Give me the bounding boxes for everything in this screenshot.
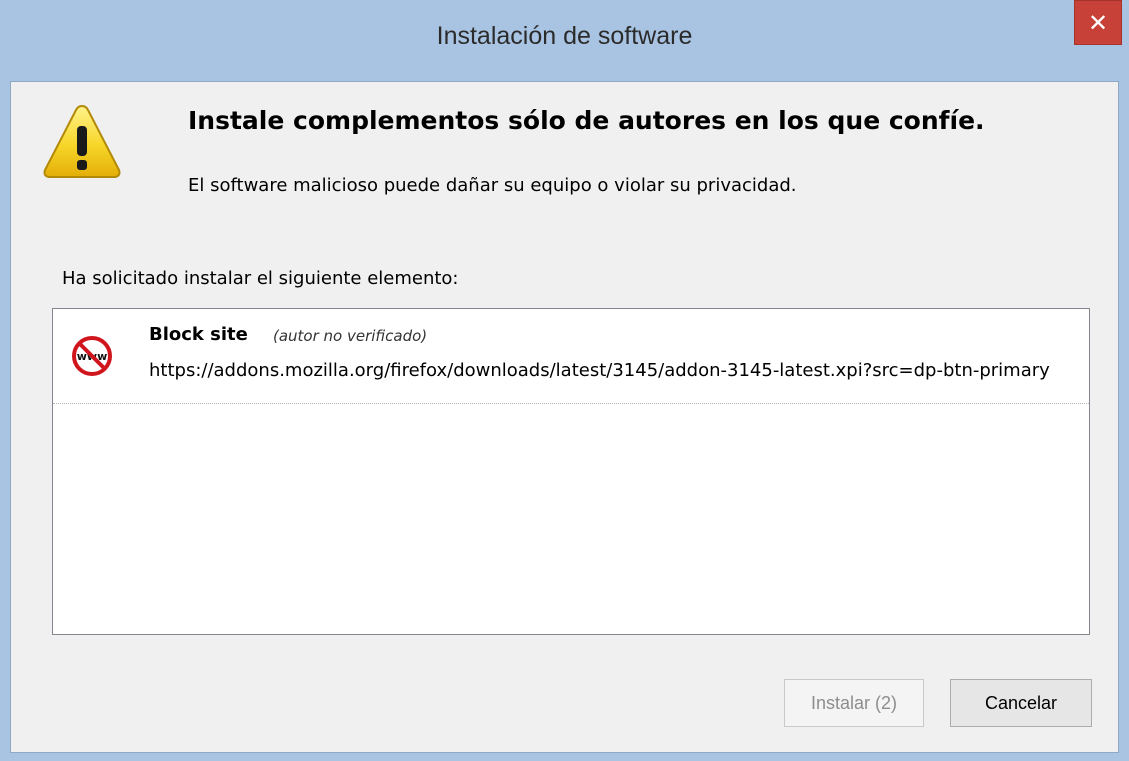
warning-subtext: El software malicioso puede dañar su equ… (188, 175, 797, 196)
addon-name: Block site (149, 324, 248, 345)
addon-author: (autor no verificado) (273, 327, 428, 345)
close-button[interactable]: ✕ (1074, 0, 1122, 45)
title-bar[interactable]: Instalación de software ✕ (0, 0, 1129, 82)
warning-icon (43, 104, 121, 178)
install-button[interactable]: Instalar (2) (784, 679, 924, 727)
list-item[interactable]: www Block site (autor no verificado) htt… (53, 309, 1089, 404)
window-title: Instalación de software (436, 22, 693, 50)
block-site-icon: www (72, 336, 112, 376)
dialog-body: Instale complementos sólo de autores en … (10, 81, 1119, 753)
addon-list[interactable]: www Block site (autor no verificado) htt… (52, 308, 1090, 635)
addon-url: https://addons.mozilla.org/firefox/downl… (149, 360, 1050, 381)
request-label: Ha solicitado instalar el siguiente elem… (62, 268, 459, 289)
warning-heading: Instale complementos sólo de autores en … (188, 106, 985, 135)
cancel-button[interactable]: Cancelar (950, 679, 1092, 727)
install-dialog-window: Instalación de software ✕ Instale comple… (0, 0, 1129, 761)
close-icon: ✕ (1087, 8, 1109, 37)
